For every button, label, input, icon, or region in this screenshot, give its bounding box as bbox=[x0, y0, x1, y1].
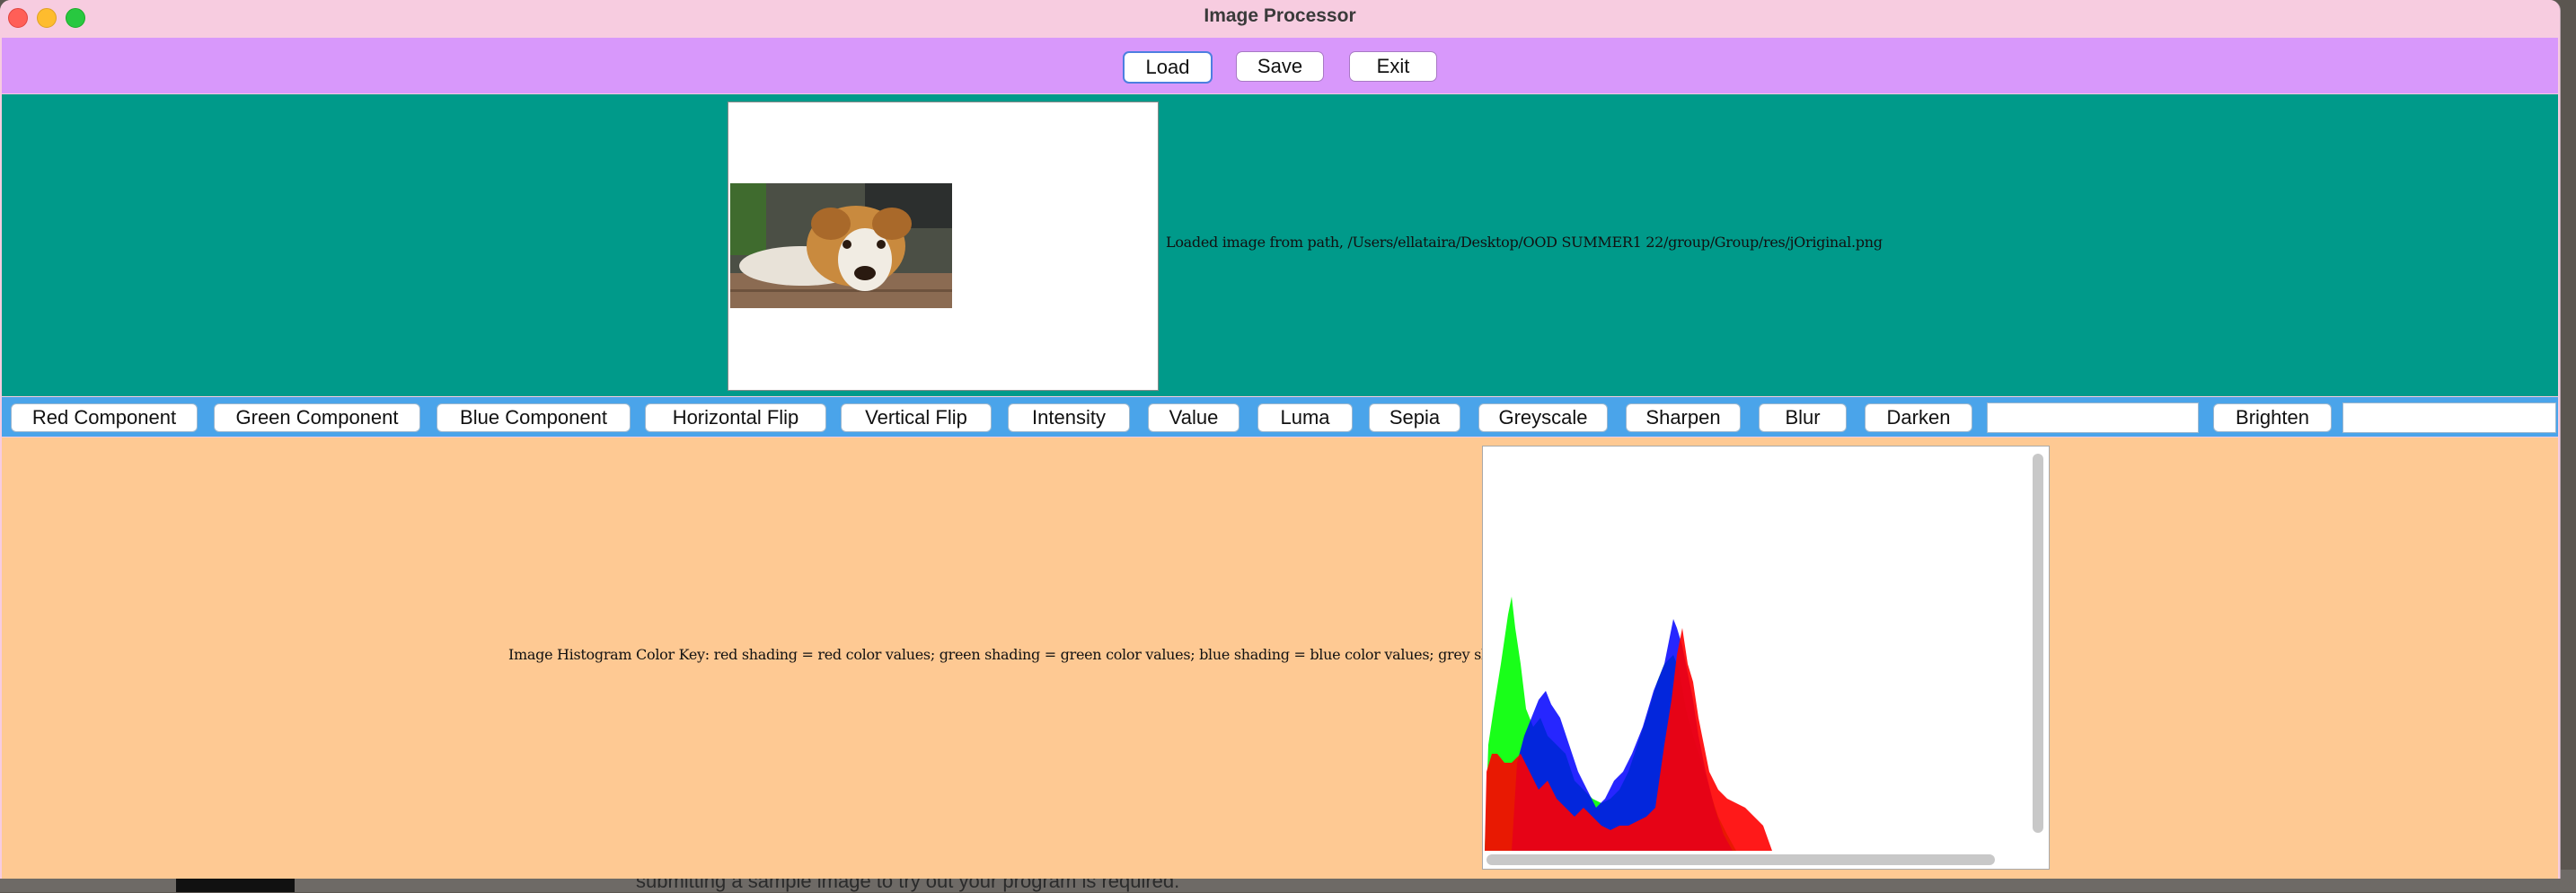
image-panel: Loaded image from path, /Users/ellataira… bbox=[2, 94, 2558, 396]
load-button[interactable]: Load bbox=[1123, 51, 1213, 84]
horizontal-flip-button[interactable]: Horizontal Flip bbox=[645, 403, 826, 432]
darken-button[interactable]: Darken bbox=[1865, 403, 1972, 432]
loaded-dog-photo bbox=[730, 183, 952, 308]
image-viewport bbox=[728, 102, 1159, 391]
blur-button[interactable]: Blur bbox=[1759, 403, 1847, 432]
histogram-plot bbox=[1485, 597, 1772, 851]
exit-button[interactable]: Exit bbox=[1349, 51, 1437, 82]
histogram-viewport bbox=[1482, 446, 2050, 870]
file-panel: Load Save Exit bbox=[2, 38, 2558, 93]
operations-panel: Red Component Green Component Blue Compo… bbox=[2, 397, 2558, 437]
histogram-panel: Image Histogram Color Key: red shading =… bbox=[2, 438, 2558, 879]
red-component-button[interactable]: Red Component bbox=[11, 403, 198, 432]
brighten-button[interactable]: Brighten bbox=[2213, 403, 2332, 432]
window-title: Image Processor bbox=[1204, 5, 1356, 26]
histogram-horizontal-scrollbar[interactable] bbox=[1486, 854, 1995, 865]
vertical-flip-button[interactable]: Vertical Flip bbox=[841, 403, 992, 432]
background-window-fragment bbox=[176, 879, 295, 892]
sepia-button[interactable]: Sepia bbox=[1369, 403, 1460, 432]
blue-component-button[interactable]: Blue Component bbox=[437, 403, 631, 432]
image-processor-window: Image Processor Load Save Exit Loaded im… bbox=[0, 0, 2561, 879]
histogram-vertical-scrollbar[interactable] bbox=[2033, 454, 2043, 833]
status-message: Loaded image from path, /Users/ellataira… bbox=[1166, 234, 1883, 251]
luma-button[interactable]: Luma bbox=[1257, 403, 1353, 432]
brighten-amount-field[interactable] bbox=[2342, 402, 2556, 433]
green-component-button[interactable]: Green Component bbox=[214, 403, 420, 432]
intensity-button[interactable]: Intensity bbox=[1008, 403, 1130, 432]
sharpen-button[interactable]: Sharpen bbox=[1626, 403, 1741, 432]
darken-amount-field[interactable] bbox=[1987, 402, 2199, 433]
value-button[interactable]: Value bbox=[1148, 403, 1239, 432]
save-button[interactable]: Save bbox=[1236, 51, 1324, 82]
greyscale-button[interactable]: Greyscale bbox=[1478, 403, 1608, 432]
title-bar: Image Processor bbox=[0, 0, 2560, 36]
